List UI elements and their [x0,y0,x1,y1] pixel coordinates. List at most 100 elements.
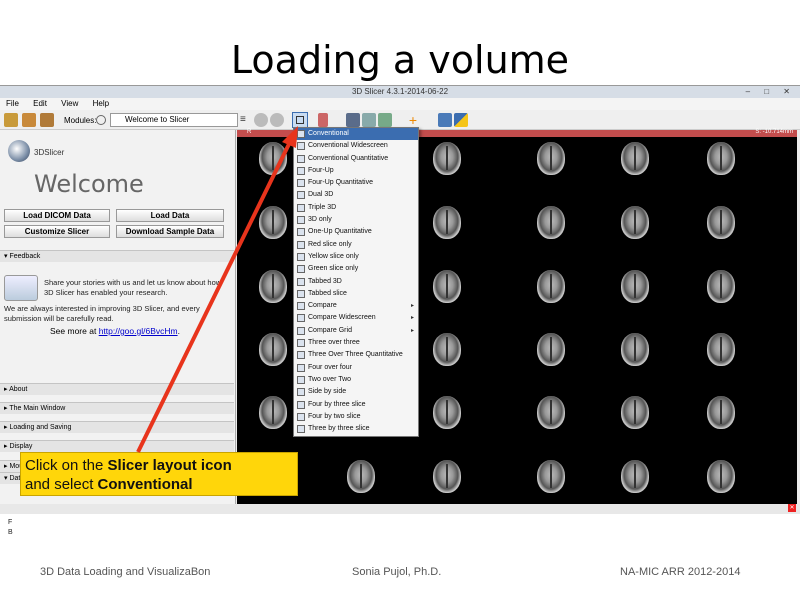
load-dicom-button[interactable]: Load DICOM Data [4,209,110,222]
layout-icon [297,363,305,372]
layout-menu-item[interactable]: Conventional [294,128,418,141]
layout-menu-item-label: Conventional [308,130,349,137]
probe-b: B [8,529,13,536]
brain-slice-image [621,396,649,429]
layout-menu-item[interactable]: Red slice only [294,239,418,251]
section-feedback-label: Feedback [9,253,41,260]
layout-menu-item[interactable]: Compare Grid ▸ [294,325,418,337]
feedback-share-text: Share your stories with us and let us kn… [44,278,222,297]
section-feedback[interactable]: ▾ Feedback [0,250,234,262]
load-data-button[interactable]: Load Data [116,209,224,222]
section-loading-saving[interactable]: ▸ Loading and Saving [0,421,234,433]
brain-slice-image [433,142,461,175]
menu-file[interactable]: File [6,99,19,108]
back-icon[interactable] [254,113,268,127]
close-icon[interactable]: ✕ [788,504,796,512]
layout-menu-item[interactable]: Three Over Three Quantitative [294,349,418,361]
layout-icon [297,326,305,335]
brain-slice-image [537,333,565,366]
customize-slicer-button[interactable]: Customize Slicer [4,225,110,238]
screenshot-icon[interactable] [346,113,360,127]
layout-menu-item[interactable]: Four over four [294,362,418,374]
section-main-window[interactable]: ▸ The Main Window [0,402,234,414]
brain-slice-image [259,270,287,303]
footer-right: NA-MIC ARR 2012-2014 [620,566,741,578]
load-dicom-icon[interactable] [22,113,36,127]
brain-slice-image [433,396,461,429]
layout-menu-item[interactable]: Conventional Widescreen [294,140,418,152]
window-controls[interactable]: – □ ✕ [746,86,796,98]
module-selector[interactable]: Welcome to Slicer [110,113,238,127]
layout-menu-item[interactable]: Tabbed slice [294,288,418,300]
menu-view[interactable]: View [61,99,78,108]
brain-slice-image [433,270,461,303]
forward-icon[interactable] [270,113,284,127]
callout-line1-bold: Slicer layout icon [107,457,232,474]
layout-menu-item-label: Red slice only [308,240,352,248]
brain-slice-image [707,460,735,493]
layout-menu-item-label: Green slice only [308,265,359,273]
layout-dropdown-menu: Conventional Conventional Widescreen Conve… [293,127,419,437]
save-icon[interactable] [40,113,54,127]
brain-slice-image [707,270,735,303]
layout-menu-item[interactable]: Four by two slice [294,411,418,423]
extension-manager-icon[interactable] [438,113,452,127]
layout-menu-item[interactable]: Four-Up [294,165,418,177]
layout-menu-item[interactable]: One-Up Quantitative [294,226,418,238]
layout-menu-item[interactable]: Four by three slice [294,399,418,411]
submenu-arrow-icon: ▸ [410,315,414,322]
layout-menu-item[interactable]: Two over Two [294,374,418,386]
section-display[interactable]: ▸ Display [0,440,234,452]
layout-icon [297,412,305,421]
layout-menu-item[interactable]: Green slice only [294,263,418,275]
instruction-callout: Click on the Slicer layout icon and sele… [20,452,298,496]
layout-menu-item-label: Compare Grid [308,326,352,334]
search-icon[interactable] [96,115,106,125]
brain-slice-image [621,206,649,239]
brain-slice-image [259,142,287,175]
menu-help[interactable]: Help [93,99,109,108]
layout-menu-item-label: Four-Up Quantitative [308,179,373,187]
slicer-layout-icon[interactable] [292,112,308,128]
scene-view-icon[interactable] [362,113,376,127]
download-sample-button[interactable]: Download Sample Data [116,225,224,238]
module-menu-icon[interactable]: ≡ [240,113,250,127]
python-icon[interactable] [454,113,468,127]
layout-menu-item[interactable]: Conventional Quantitative [294,153,418,165]
menu-edit[interactable]: Edit [33,99,47,108]
layout-menu-item[interactable]: Four-Up Quantitative [294,177,418,189]
layout-menu-item[interactable]: Compare Widescreen ▸ [294,312,418,324]
layout-menu-item[interactable]: Yellow slice only [294,251,418,263]
feedback-link[interactable]: http://goo.gl/6BvcHm [99,326,178,336]
submenu-arrow-icon: ▸ [410,327,414,334]
brain-slice-image [707,206,735,239]
load-data-icon[interactable] [4,113,18,127]
layout-menu-item[interactable]: Triple 3D [294,202,418,214]
see-more-line: See more at http://goo.gl/6BvcHm. [0,326,230,336]
layout-menu-item-label: Four by three slice [308,400,366,408]
submenu-arrow-icon: ▸ [410,303,414,310]
layout-menu-item[interactable]: 3D only [294,214,418,226]
layout-icon [297,265,305,274]
extension-icon[interactable] [378,113,392,127]
brain-slice-image [537,460,565,493]
section-main-window-label: The Main Window [9,405,66,412]
feedback-icon [4,275,38,301]
layout-icon [297,191,305,200]
layout-icon [297,375,305,384]
layout-menu-item-label: Three by three slice [308,425,370,433]
layout-menu-item[interactable]: Dual 3D [294,189,418,201]
layout-menu-item-label: Compare [308,302,337,310]
layout-menu-item[interactable]: Compare ▸ [294,300,418,312]
layout-icon [297,400,305,409]
see-more-suffix: . [177,326,180,336]
layout-menu-item[interactable]: Three over three [294,337,418,349]
modules-label: Modules: [64,116,97,125]
layout-menu-item[interactable]: Three by three slice [294,423,418,435]
layout-icon [297,130,305,138]
layout-menu-item[interactable]: Tabbed 3D [294,276,418,288]
fiducial-icon[interactable]: + [406,113,420,127]
crosshair-icon[interactable] [318,113,328,127]
layout-menu-item[interactable]: Side by side [294,386,418,398]
section-about[interactable]: ▸ About [0,383,234,395]
